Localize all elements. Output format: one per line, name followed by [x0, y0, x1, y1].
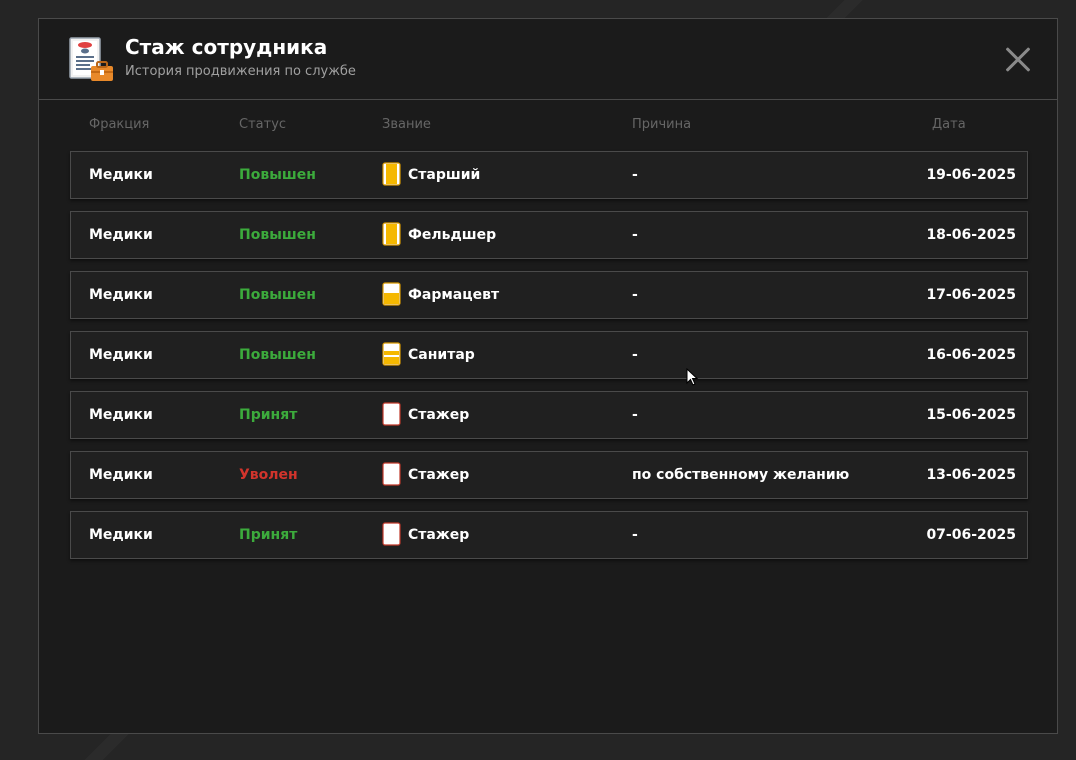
row-reason: - — [632, 167, 638, 183]
row-rank-label: Стажер — [408, 407, 470, 423]
row-rank: Фельдшер — [382, 212, 496, 258]
rank-badge-stripes-icon — [382, 341, 401, 366]
modal-header: Стаж сотрудника История продвижения по с… — [39, 19, 1057, 100]
mouse-cursor-icon — [686, 368, 698, 386]
rank-badge-blank-icon — [382, 401, 401, 426]
row-rank: Стажер — [382, 452, 469, 498]
row-reason: - — [632, 287, 638, 303]
modal-title: Стаж сотрудника — [125, 35, 328, 59]
row-rank-label: Фельдшер — [408, 227, 497, 243]
column-header-date: Дата — [932, 117, 966, 132]
history-row: Медики Повышен Фельдшер - 18-06-2025 — [70, 211, 1028, 259]
history-list: Медики Повышен Старший - 19-06-2025 Медики Пов… — [70, 151, 1028, 571]
rank-badge-blank-icon — [382, 521, 401, 546]
row-rank: Санитар — [382, 332, 475, 378]
row-reason: - — [632, 347, 638, 363]
history-row: Медики Принят Стажер - 15-06-2025 — [70, 391, 1028, 439]
row-status: Повышен — [239, 227, 316, 243]
row-rank-label: Фармацевт — [408, 287, 500, 303]
table-header: Фракция Статус Звание Причина Дата — [39, 117, 1057, 137]
row-date: 15-06-2025 — [926, 407, 1016, 423]
row-faction: Медики — [89, 227, 153, 243]
row-date: 13-06-2025 — [926, 467, 1016, 483]
modal-subtitle: История продвижения по службе — [125, 64, 356, 79]
rank-badge-blank-icon — [382, 461, 401, 486]
rank-badge-full-icon — [382, 161, 401, 186]
rank-badge-full-icon — [382, 221, 401, 246]
row-rank: Старший — [382, 152, 480, 198]
row-faction: Медики — [89, 407, 153, 423]
row-date: 07-06-2025 — [926, 527, 1016, 543]
history-row: Медики Принят Стажер - 07-06-2025 — [70, 511, 1028, 559]
row-reason: - — [632, 227, 638, 243]
row-status: Повышен — [239, 167, 316, 183]
rank-badge-half-icon — [382, 281, 401, 306]
row-status: Принят — [239, 527, 298, 543]
row-rank-label: Санитар — [408, 347, 475, 363]
row-rank: Стажер — [382, 512, 469, 558]
row-status: Уволен — [239, 467, 298, 483]
row-status: Повышен — [239, 347, 316, 363]
employee-record-icon — [69, 37, 113, 81]
row-faction: Медики — [89, 527, 153, 543]
row-rank-label: Стажер — [408, 467, 470, 483]
history-row: Медики Повышен Санитар - 16-06-2025 — [70, 331, 1028, 379]
row-rank-label: Старший — [408, 167, 481, 183]
row-date: 18-06-2025 — [926, 227, 1016, 243]
row-date: 19-06-2025 — [926, 167, 1016, 183]
row-faction: Медики — [89, 347, 153, 363]
history-row: Медики Повышен Старший - 19-06-2025 — [70, 151, 1028, 199]
row-reason: - — [632, 407, 638, 423]
close-icon[interactable] — [1005, 46, 1031, 72]
row-date: 17-06-2025 — [926, 287, 1016, 303]
column-header-status: Статус — [239, 117, 287, 132]
history-row: Медики Уволен Стажер по собственному желани… — [70, 451, 1028, 499]
row-rank: Стажер — [382, 392, 469, 438]
column-header-reason: Причина — [632, 117, 692, 132]
row-rank-label: Стажер — [408, 527, 470, 543]
row-reason: по собственному желанию — [632, 467, 850, 483]
column-header-faction: Фракция — [89, 117, 150, 132]
row-reason: - — [632, 527, 638, 543]
history-row: Медики Повышен Фармацевт - 17-06-2025 — [70, 271, 1028, 319]
row-faction: Медики — [89, 287, 153, 303]
row-status: Принят — [239, 407, 298, 423]
seniority-modal: Стаж сотрудника История продвижения по с… — [38, 18, 1058, 734]
row-faction: Медики — [89, 167, 153, 183]
row-faction: Медики — [89, 467, 153, 483]
row-date: 16-06-2025 — [926, 347, 1016, 363]
column-header-rank: Звание — [382, 117, 431, 132]
row-rank: Фармацевт — [382, 272, 499, 318]
row-status: Повышен — [239, 287, 316, 303]
